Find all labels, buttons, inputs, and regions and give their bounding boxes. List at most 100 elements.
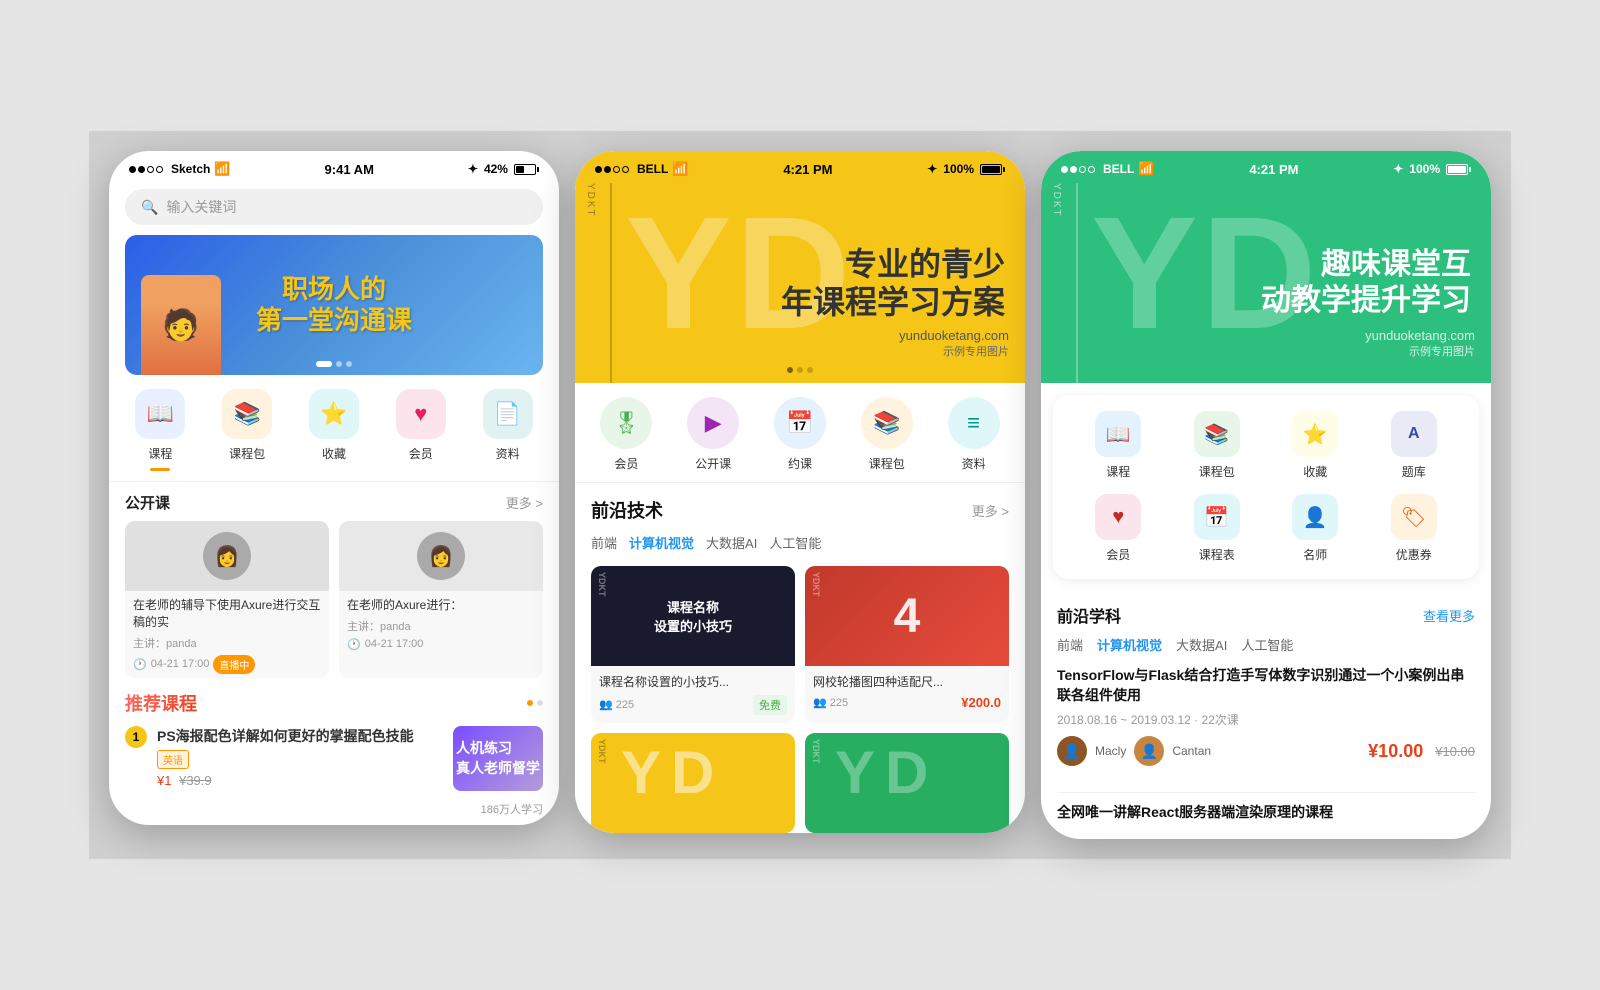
public-course-more[interactable]: 更多 > xyxy=(506,493,543,512)
tag-frontend-3[interactable]: 前端 xyxy=(1057,635,1083,654)
banner-sub-text-3: 示例专用图片 xyxy=(1365,343,1475,359)
front-tech-header: 前沿技术 更多 > xyxy=(591,497,1009,523)
category-item-member[interactable]: ♥ 会员 xyxy=(396,389,446,471)
scroll-dot xyxy=(797,367,803,373)
category-schedule[interactable]: 📅 约课 xyxy=(774,397,826,472)
banner-text: 职场人的 第一堂沟通课 xyxy=(256,274,412,336)
status-bar-3: BELL 📶 4:21 PM ✦ 100% xyxy=(1041,151,1491,183)
tag-cv-3[interactable]: 计算机视觉 xyxy=(1097,635,1162,654)
cat-label: 优惠券 xyxy=(1396,546,1432,563)
cat-label: 题库 xyxy=(1402,463,1426,480)
bg-letter: D xyxy=(885,738,928,807)
carrier-label: BELL xyxy=(637,162,668,176)
screens-container: Sketch 📶 9:41 AM ✦ 42% 🔍 输入关键词 xyxy=(89,131,1511,859)
tag-ai[interactable]: 人工智能 xyxy=(769,533,821,552)
category-public[interactable]: ▶ 公开课 xyxy=(687,397,739,472)
recommend-item-1[interactable]: 1 PS海报配色详解如何更好的掌握配色技能 英语 ¥1 ¥39.9 人机练习真人… xyxy=(125,726,543,791)
banner-white-text: 趣味课堂互动教学提升学习 xyxy=(1261,247,1471,319)
course-detail-card-2[interactable]: 全网唯一讲解React服务器端渲染原理的课程 xyxy=(1041,803,1491,839)
category-item-collect[interactable]: ⭐ 收藏 xyxy=(309,389,359,471)
cat-collect[interactable]: ⭐ 收藏 xyxy=(1292,411,1338,480)
cat-member-3[interactable]: ♥ 会员 xyxy=(1095,494,1141,563)
banner-3[interactable]: YDKT Y D 趣味课堂互动教学提升学习 yunduoketang.com 示… xyxy=(1041,183,1491,383)
search-icon: 🔍 xyxy=(141,199,158,216)
signal-dot xyxy=(138,166,145,173)
search-bar[interactable]: 🔍 输入关键词 xyxy=(125,189,543,225)
cat-course[interactable]: 📖 课程 xyxy=(1095,411,1141,480)
course-icon: 📖 xyxy=(135,389,185,439)
front-subject-more[interactable]: 查看更多 xyxy=(1423,606,1475,625)
tag-bigdata[interactable]: 大数据AI xyxy=(706,533,757,552)
banner-sub-3: yunduoketang.com 示例专用图片 xyxy=(1365,328,1475,359)
tag-cv[interactable]: 计算机视觉 xyxy=(629,533,694,552)
live-badge: 直播中 xyxy=(213,655,255,674)
time-display-3: 4:21 PM xyxy=(1249,162,1298,177)
recommend-header: 推荐课程 xyxy=(125,690,543,716)
front-tech-section: 前沿技术 更多 > 前端 计算机视觉 大数据AI 人工智能 YDKT 课程名称设… xyxy=(575,483,1025,833)
category-row-3-2: ♥ 会员 📅 课程表 👤 名师 🏷 优惠券 xyxy=(1069,494,1463,563)
collect-icon: ⭐ xyxy=(309,389,359,439)
grid-thumb-3: YDKT Y D xyxy=(591,733,795,833)
battery-percent: 100% xyxy=(943,162,974,176)
cat-package[interactable]: 📚 课程包 xyxy=(1194,411,1240,480)
banner-person-icon: 🧑 xyxy=(141,275,221,375)
banner-sub: yunduoketang.com 示例专用图片 xyxy=(899,328,1009,359)
signal-dot xyxy=(1088,166,1095,173)
grid-count-1: 👥 225 xyxy=(599,698,634,711)
category-packages[interactable]: 📚 课程包 xyxy=(861,397,913,472)
grid-info-1: 课程名称设置的小技巧... 👥 225 免费 xyxy=(591,666,795,723)
tag-ai-3[interactable]: 人工智能 xyxy=(1241,635,1293,654)
active-indicator xyxy=(150,468,170,471)
category-material-2[interactable]: ≡ 资料 xyxy=(948,397,1000,472)
course-title-1: 在老师的辅导下使用Axure进行交互稿的实 xyxy=(133,597,321,631)
tag-frontend[interactable]: 前端 xyxy=(591,533,617,552)
category-member[interactable]: 🎖 会员 xyxy=(600,397,652,472)
banner-dots xyxy=(125,361,543,367)
signal-dot xyxy=(147,166,154,173)
signal-dot xyxy=(1070,166,1077,173)
grid-thumb-1: YDKT 课程名称设置的小技巧 xyxy=(591,566,795,666)
category-item-package[interactable]: 📚 课程包 xyxy=(222,389,272,471)
course-detail-card-1[interactable]: TensorFlow与Flask结合打造手写体数字识别通过一个小案例出串联各组件… xyxy=(1041,666,1491,782)
battery-icon xyxy=(980,164,1005,175)
grid-item-1[interactable]: YDKT 课程名称设置的小技巧 课程名称设置的小技巧... 👥 225 免费 xyxy=(591,566,795,723)
status-left-1: Sketch 📶 xyxy=(129,161,231,177)
public-course-title: 公开课 xyxy=(125,492,170,513)
time-display: 9:41 AM xyxy=(325,162,374,177)
front-subject-title: 前沿学科 xyxy=(1057,603,1121,627)
grid-item-4[interactable]: YDKT Y D xyxy=(805,733,1009,833)
grid-item-2[interactable]: YDKT 4 网校轮播图四种适配尺... 👥 225 ¥200.0 xyxy=(805,566,1009,723)
course-card-1[interactable]: 👩 在老师的辅导下使用Axure进行交互稿的实 主讲：panda 🕐 04-21… xyxy=(125,521,329,678)
cat-teacher[interactable]: 👤 名师 xyxy=(1292,494,1338,563)
category-label: 课程包 xyxy=(869,455,905,472)
grid-item-3[interactable]: YDKT Y D xyxy=(591,733,795,833)
course-price-old-1: ¥10.00 xyxy=(1435,744,1475,759)
category-row-3-1: 📖 课程 📚 课程包 ⭐ 收藏 A 题库 xyxy=(1069,411,1463,480)
banner-2[interactable]: YDKT Y D 专业的青少年课程学习方案 yunduoketang.com 示… xyxy=(575,183,1025,383)
course-icon-3: 📖 xyxy=(1095,411,1141,457)
cat-question[interactable]: A 题库 xyxy=(1391,411,1437,480)
status-bar-2: BELL 📶 4:21 PM ✦ 100% xyxy=(575,151,1025,183)
course-card-2[interactable]: 👩 在老师的Axure进行： 主讲：panda 🕐 04-21 17:00 xyxy=(339,521,543,678)
cat-timetable[interactable]: 📅 课程表 xyxy=(1194,494,1240,563)
banner-1[interactable]: 🧑 职场人的 第一堂沟通课 xyxy=(125,235,543,375)
category-item-material[interactable]: 📄 资料 xyxy=(483,389,533,471)
category-label: 资料 xyxy=(962,455,986,472)
category-item-course[interactable]: 📖 课程 xyxy=(135,389,185,471)
grid-meta-2: 👥 225 ¥200.0 xyxy=(813,695,1001,710)
phone-2: BELL 📶 4:21 PM ✦ 100% YDKT Y D xyxy=(575,151,1025,833)
signal-dot xyxy=(1061,166,1068,173)
course-grid: YDKT 课程名称设置的小技巧 课程名称设置的小技巧... 👥 225 免费 xyxy=(591,566,1009,833)
member-icon-3: ♥ xyxy=(1095,494,1141,540)
front-tech-more[interactable]: 更多 > xyxy=(972,501,1009,520)
cat-coupon[interactable]: 🏷 优惠券 xyxy=(1391,494,1437,563)
white-card: 📖 课程 📚 课程包 ⭐ 收藏 A 题库 xyxy=(1053,395,1479,579)
category-label: 会员 xyxy=(409,445,433,462)
tag-bigdata-3[interactable]: 大数据AI xyxy=(1176,635,1227,654)
cat-label: 会员 xyxy=(1106,546,1130,563)
banner-domain: yunduoketang.com xyxy=(899,328,1009,343)
wifi-icon: 📶 xyxy=(214,161,230,177)
status-left-3: BELL 📶 xyxy=(1061,161,1155,177)
scroll-dot xyxy=(807,367,813,373)
cat-label: 课程 xyxy=(1106,463,1130,480)
